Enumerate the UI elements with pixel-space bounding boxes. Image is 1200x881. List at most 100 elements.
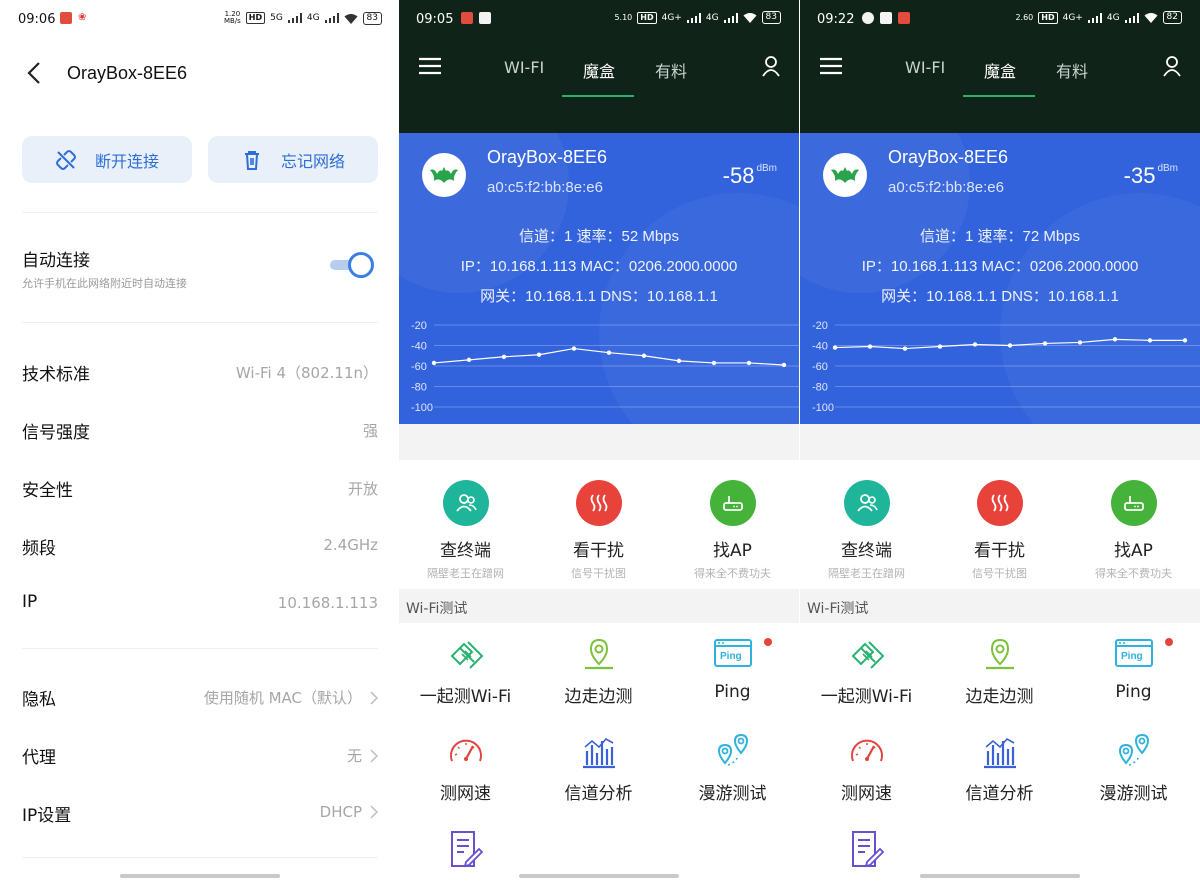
users-badge: [442, 480, 489, 526]
test-speedometer[interactable]: 测网速: [800, 733, 933, 804]
test-title: 一起测Wi-Fi: [419, 687, 512, 707]
section-spacer: [800, 424, 1200, 460]
detail-value-group: DHCP: [320, 803, 378, 821]
heat-badge: [976, 480, 1023, 526]
detail-label: 频段: [22, 539, 56, 559]
test-handshake[interactable]: 一起测Wi-Fi: [399, 636, 532, 707]
test-ping[interactable]: Ping Ping: [1067, 636, 1200, 702]
test-roaming[interactable]: 漫游测试: [1067, 733, 1200, 804]
detail-row: IP 10.168.1.113: [22, 588, 378, 618]
bar-chart-icon: [582, 737, 615, 769]
profile-icon[interactable]: [761, 55, 781, 77]
auto-connect-toggle[interactable]: [330, 252, 374, 278]
detail-value: 2.4GHz: [323, 536, 378, 554]
detail-value: 使用随机 MAC（默认）: [203, 689, 362, 707]
tab-wifi[interactable]: WI-FI: [504, 58, 544, 77]
tool-terminals[interactable]: 查终端 隔壁老王在蹭网: [399, 480, 532, 581]
tool-title: 查终端: [440, 541, 491, 561]
network-info-card: OrayBox-8EE6 a0:c5:f2:bb:8e:e6 -35 dBm 信道：1 …: [800, 133, 1200, 424]
test-bar-chart[interactable]: 信道分析: [933, 733, 1066, 804]
signal-point: [867, 344, 873, 349]
unlink-icon: [55, 149, 76, 170]
menu-icon[interactable]: [419, 57, 441, 75]
status-icons: 5.10 HD 4G+ 4G 83: [614, 11, 781, 24]
profile-icon[interactable]: [1162, 55, 1182, 77]
router-badge: [709, 480, 756, 526]
detail-value: Wi-Fi 4（802.11n）: [235, 364, 378, 382]
tab-wifi[interactable]: WI-FI: [905, 58, 945, 77]
tool-find-ap[interactable]: 找AP 得来全不费功夫: [666, 480, 799, 581]
test-title: 测网速: [841, 784, 892, 804]
signal-history-chart: -20 -40 -60 -80 -100: [411, 320, 799, 414]
heat-icon: [991, 494, 1008, 512]
tool-find-ap[interactable]: 找AP 得来全不费功夫: [1067, 480, 1200, 581]
tool-title: 找AP: [713, 541, 752, 561]
tool-subtitle: 信号干扰图: [972, 567, 1027, 580]
y-tick-label: -40: [411, 341, 427, 353]
y-tick-label: -60: [812, 361, 828, 373]
signal-point: [676, 358, 682, 364]
test-bar-chart[interactable]: 信道分析: [532, 733, 665, 804]
test-location-pin[interactable]: 边走边测: [933, 636, 1066, 707]
menu-icon[interactable]: [820, 57, 842, 75]
test-ping[interactable]: Ping Ping: [666, 636, 799, 702]
back-arrow-icon[interactable]: [24, 60, 46, 86]
signal-4g: 4G: [705, 12, 719, 23]
test-handshake[interactable]: 一起测Wi-Fi: [800, 636, 933, 707]
detail-row[interactable]: IP设置 DHCP: [22, 797, 378, 827]
top-tabs: WI-FI 魔盒 有料: [900, 58, 1110, 98]
chevron-right-icon: [370, 748, 378, 763]
test-title: 信道分析: [965, 784, 1034, 804]
y-tick-label: -40: [812, 341, 828, 353]
roaming-icon: [717, 733, 748, 766]
wifi-icon: [1144, 13, 1158, 23]
bssid-mac: a0:c5:f2:bb:8e:e6: [487, 179, 603, 196]
status-bar: 09:05 5.10 HD 4G+ 4G 83: [399, 0, 799, 36]
test-title: 漫游测试: [1099, 784, 1168, 804]
ping-icon-text: Ping: [720, 651, 742, 662]
signal-unit: dBm: [1157, 163, 1178, 174]
tab-youliao[interactable]: 有料: [655, 58, 687, 82]
detail-row[interactable]: 代理 无: [22, 739, 378, 769]
battery-icon: 83: [362, 11, 382, 25]
app-screen-1: 09:05 5.10 HD 4G+ 4G 83 WI-FI 魔盒 有料 OrayBox-8EE6 a…: [399, 0, 799, 881]
active-tab-indicator: [562, 95, 634, 97]
section-header: Wi-Fi测试: [800, 589, 1200, 623]
detail-value: 无: [346, 747, 362, 765]
detail-row[interactable]: 隐私 使用随机 MAC（默认）: [22, 681, 378, 711]
test-report[interactable]: [800, 830, 933, 868]
divider: [22, 322, 378, 323]
tab-mohe[interactable]: 魔盒: [984, 58, 1016, 82]
location-pin-icon: [584, 638, 613, 670]
tab-mohe[interactable]: 魔盒: [583, 58, 615, 82]
section-title: Wi-Fi测试: [807, 601, 869, 617]
signal-bars-icon: [686, 12, 701, 23]
tool-interference[interactable]: 看干扰 信号干扰图: [933, 480, 1066, 581]
speedometer-icon: [449, 739, 482, 762]
detail-value: 开放: [347, 480, 378, 498]
test-roaming[interactable]: 漫游测试: [666, 733, 799, 804]
signal-history-chart: -20 -40 -60 -80 -100: [812, 320, 1200, 414]
test-location-pin[interactable]: 边走边测: [532, 636, 665, 707]
tab-youliao[interactable]: 有料: [1056, 58, 1088, 82]
test-speedometer[interactable]: 测网速: [399, 733, 532, 804]
tool-subtitle: 得来全不费功夫: [1095, 567, 1172, 580]
tool-interference[interactable]: 看干扰 信号干扰图: [532, 480, 665, 581]
test-report[interactable]: [399, 830, 532, 868]
ssid-name: OrayBox-8EE6: [487, 147, 608, 167]
detail-value: DHCP: [319, 803, 362, 821]
trash-icon: [244, 150, 259, 170]
signal-unit: dBm: [756, 163, 777, 174]
signal-point: [972, 342, 978, 347]
signal-bars-icon: [324, 13, 339, 23]
gateway-dns-info: 网关：10.168.1.1 DNS：10.168.1.1: [881, 288, 1119, 305]
tool-terminals[interactable]: 查终端 隔壁老王在蹭网: [800, 480, 933, 581]
disconnect-button[interactable]: 断开连接: [22, 136, 192, 183]
handshake-icon: [851, 641, 884, 669]
notification-icon: [862, 12, 874, 24]
forget-network-button[interactable]: 忘记网络: [208, 136, 378, 183]
detail-value-group: Wi-Fi 4（802.11n）: [236, 362, 378, 383]
document-icon: [851, 831, 884, 868]
home-indicator: [120, 874, 280, 878]
tool-subtitle: 得来全不费功夫: [694, 567, 771, 580]
